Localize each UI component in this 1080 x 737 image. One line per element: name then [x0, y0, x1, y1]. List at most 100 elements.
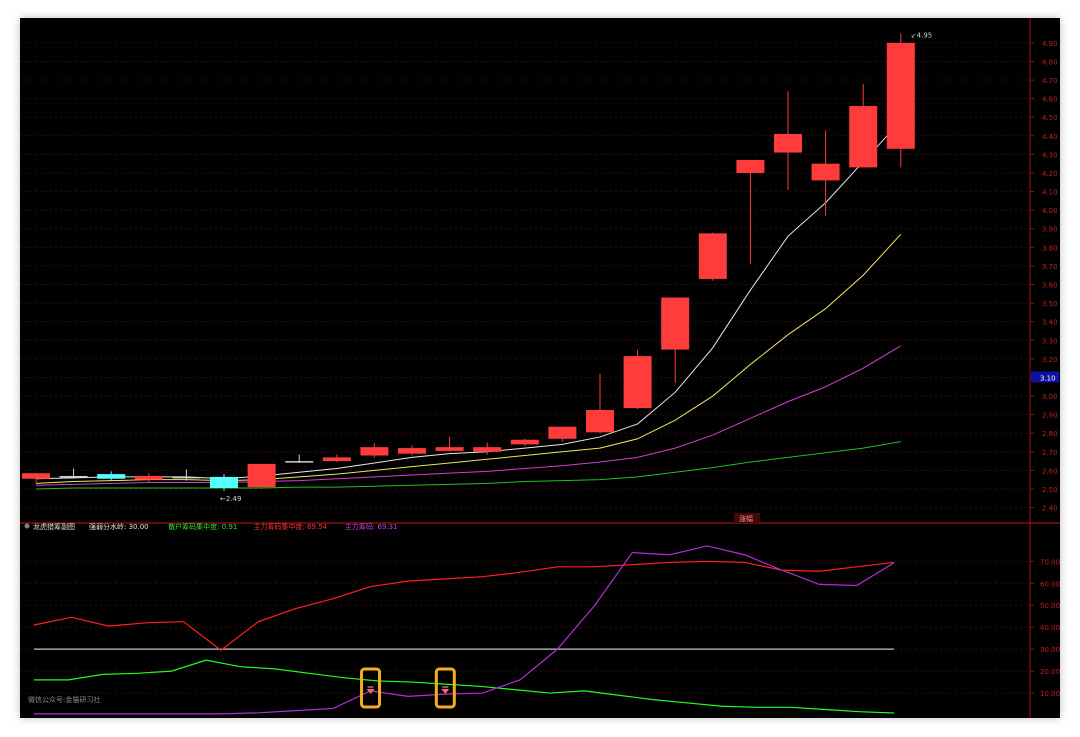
candle-body: [22, 473, 50, 479]
candlesticks: [22, 33, 915, 491]
signal-marker: [434, 667, 456, 709]
candle-body: [398, 448, 426, 454]
watermark-text: 微信公众号:金猫研习社: [28, 695, 100, 704]
price-tick-label: 2.40: [1042, 505, 1058, 513]
candle-body: [473, 447, 502, 452]
indicator-legend-item: 强弱分水岭: 30.00: [89, 522, 149, 531]
candle: [360, 443, 389, 458]
chart-labels: ↙4.95 ←2.49 涨幅龙虎猎筹副图 强弱分水岭: 30.00 散户筹码集中度: 0…: [24, 32, 932, 704]
indicator-tick-label: 30.00: [1040, 646, 1060, 654]
price-tick-label: 4.20: [1042, 170, 1058, 178]
price-tick-label: 2.80: [1042, 430, 1058, 438]
candle: [586, 373, 614, 434]
price-tick-label: 4.40: [1042, 133, 1058, 141]
candle-body: [510, 439, 539, 445]
price-tick-label: 4.70: [1042, 77, 1058, 85]
price-tick-label: 2.60: [1042, 467, 1058, 475]
price-tick-label: 4.10: [1042, 189, 1058, 197]
candle: [736, 159, 765, 265]
candle: [59, 468, 88, 479]
price-tick-label: 2.90: [1042, 412, 1058, 420]
price-tick-label: 4.50: [1042, 114, 1058, 122]
candle: [22, 473, 50, 483]
candle-body: [774, 133, 802, 153]
ma-line-1: [35, 120, 902, 480]
signal-markers: [360, 667, 456, 709]
bottom-tag-label: 涨幅: [739, 514, 753, 523]
candle-body: [886, 42, 915, 149]
indicator-grid: [20, 560, 1030, 694]
indicator-series-3: [33, 560, 895, 651]
candle-body: [59, 475, 88, 478]
indicator-tick-label: 70.00: [1040, 558, 1060, 566]
ma-line-3: [35, 345, 902, 486]
candle: [285, 454, 314, 463]
candle-body: [322, 457, 351, 462]
price-tick-label: 3.20: [1042, 356, 1058, 364]
candle-body: [736, 159, 765, 173]
price-tick-label: 2.70: [1042, 449, 1058, 457]
candle: [435, 436, 464, 452]
price-tick-label: 3.70: [1042, 263, 1058, 271]
moving-averages: [35, 120, 902, 490]
candle-body: [285, 461, 314, 463]
indicator-axis: 70.00 60.00 50.00 40.00 30.00 20.00 10.00: [1030, 558, 1060, 698]
price-tick-label: 4.60: [1042, 96, 1058, 104]
candle-body: [661, 297, 690, 350]
candle-body: [849, 106, 878, 168]
candle-body: [698, 233, 727, 279]
low-price-label: ←2.49: [220, 495, 241, 503]
candle-body: [172, 476, 201, 479]
candle: [661, 297, 690, 384]
price-tick-label: 4.00: [1042, 207, 1058, 215]
indicator-tick-label: 20.00: [1040, 668, 1060, 676]
price-tick-label: 3.50: [1042, 300, 1058, 308]
candle: [811, 130, 840, 216]
indicator-lines: [33, 545, 895, 715]
candle-body: [210, 476, 238, 489]
indicator-legend-item: 主力筹码: 69.31: [345, 522, 398, 531]
candle: [97, 471, 126, 481]
indicator-legend-item: 散户筹码集中度: 0.91: [168, 522, 237, 531]
candle: [134, 473, 163, 483]
candle-body: [360, 447, 389, 456]
indicator-tick-label: 40.00: [1040, 624, 1060, 632]
candle-body: [134, 475, 163, 480]
candle: [774, 91, 802, 190]
highlight-box: [434, 667, 456, 709]
legend-bullet-icon: [24, 523, 30, 529]
candle: [849, 83, 878, 168]
price-tick-label: 3.00: [1042, 393, 1058, 401]
candle-body: [623, 356, 652, 409]
candle: [172, 469, 201, 481]
price-tick-label: 4.90: [1042, 40, 1058, 48]
price-tick-label: 4.30: [1042, 151, 1058, 159]
candle-body: [811, 163, 840, 181]
signal-icon: [441, 689, 450, 694]
price-tick-label: 3.40: [1042, 319, 1058, 327]
candle: [698, 232, 727, 281]
candle-body: [247, 463, 276, 488]
chart-canvas: 4.90 4.80 4.70 4.60 4.50 4.40 4.30 4.20 4.10 4.00…: [20, 18, 1060, 718]
candle-body: [97, 474, 126, 479]
candle: [886, 33, 915, 168]
price-tick-label: 3.80: [1042, 244, 1058, 252]
candle: [322, 454, 351, 463]
candle-body: [586, 409, 614, 433]
ma-line-4: [35, 441, 901, 490]
signal-marker: [360, 667, 382, 709]
current-price-label: 3.10: [1040, 374, 1056, 382]
indicator-series-2: [34, 659, 895, 714]
candle: [247, 463, 276, 489]
candle-body: [435, 447, 464, 451]
indicator-tick-label: 50.00: [1040, 602, 1060, 610]
candle-body: [548, 426, 577, 439]
candle: [623, 349, 652, 410]
highlight-box: [360, 667, 382, 709]
price-axis: 4.90 4.80 4.70 4.60 4.50 4.40 4.30 4.20 4.10 4.00…: [1030, 40, 1059, 513]
indicator-legend-item: 主力筹码集中度: 69.54: [254, 522, 328, 531]
candle: [510, 438, 539, 447]
price-tick-label: 3.30: [1042, 337, 1058, 345]
indicator-title: 龙虎猎筹副图: [33, 522, 75, 531]
high-price-label: ↙4.95: [911, 32, 932, 40]
